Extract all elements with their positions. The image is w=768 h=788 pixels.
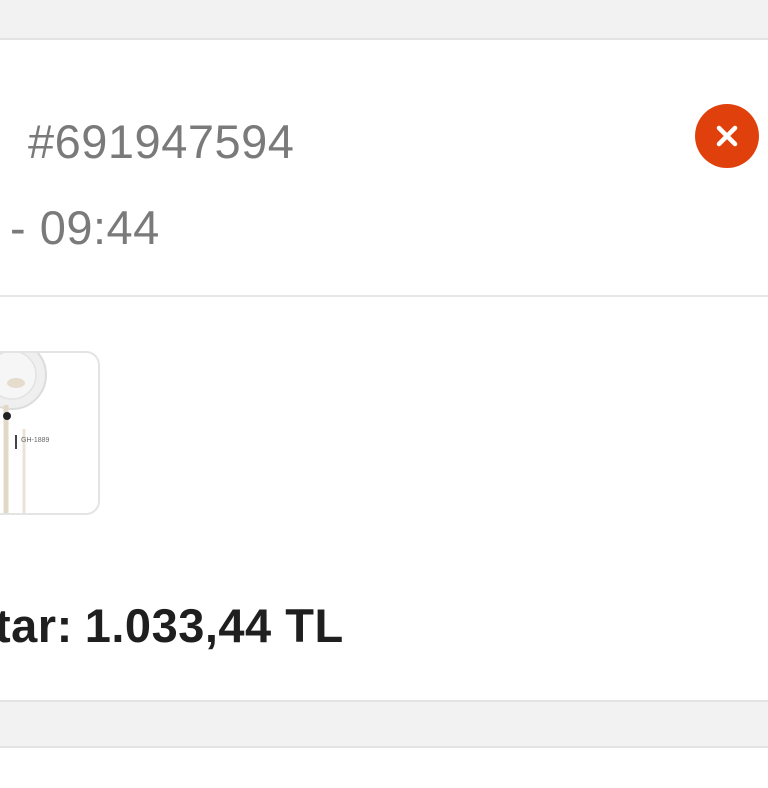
standing-fan-icon bbox=[0, 353, 47, 513]
order-number: #691947594 bbox=[28, 115, 295, 168]
order-time: - 09:44 bbox=[10, 201, 160, 254]
total-label: tar: bbox=[0, 599, 73, 652]
product-model-label: GH-1889 bbox=[21, 437, 50, 444]
header-divider bbox=[0, 295, 768, 297]
order-card: ı #691947594 - 09:44 GH-1889 tar:1.033,44… bbox=[0, 38, 768, 702]
close-icon bbox=[716, 125, 738, 147]
next-order-card bbox=[0, 746, 768, 788]
order-number-prefix: ı bbox=[0, 114, 2, 169]
total-value: 1.033,44 TL bbox=[84, 599, 344, 652]
cancel-order-button[interactable] bbox=[695, 104, 759, 168]
order-number-line: ı #691947594 bbox=[0, 114, 294, 169]
order-total: tar: 1.033,44 TL bbox=[0, 598, 344, 653]
product-thumbnail[interactable]: GH-1889 bbox=[0, 351, 100, 515]
